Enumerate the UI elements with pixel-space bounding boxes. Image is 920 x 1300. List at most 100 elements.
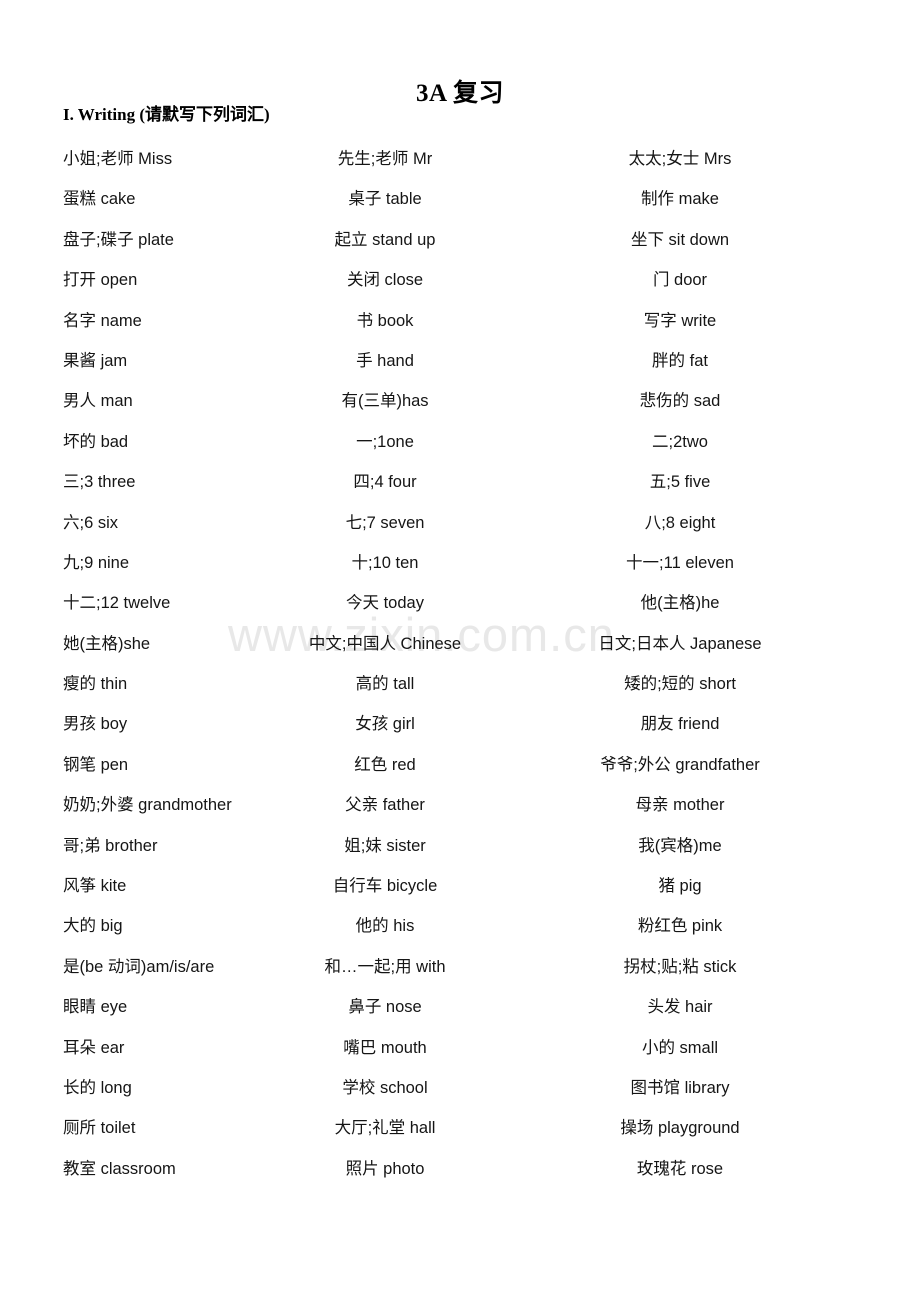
vocabulary-entry: 他(主格)he — [640, 594, 720, 613]
vocabulary-row: 钢笔 pen 红色 red 爷爷;外公 grandfather — [0, 752, 920, 792]
vocabulary-entry: 拐杖;贴;粘 stick — [623, 957, 737, 976]
vocabulary-entry: 桌子 table — [348, 190, 422, 209]
vocabulary-row: 蛋糕 cake 桌子 table 制作 make — [0, 186, 920, 226]
vocabulary-entry: 自行车 bicycle — [332, 877, 438, 896]
vocabulary-entry: 今天 today — [346, 594, 424, 613]
vocabulary-entry: 和…一起;用 with — [324, 957, 446, 976]
vocabulary-entry: 六;6 six — [63, 513, 119, 532]
vocabulary-entry: 是(be 动词)am/is/are — [63, 957, 215, 976]
vocabulary-entry: 耳朵 ear — [63, 1038, 125, 1057]
vocabulary-entry: 有(三单)has — [341, 392, 429, 411]
vocabulary-entry: 父亲 father — [345, 796, 425, 815]
vocabulary-entry: 朋友 friend — [640, 715, 720, 734]
vocabulary-entry: 十二;12 twelve — [63, 594, 171, 613]
vocabulary-row: 她(主格)she 中文;中国人 Chinese 日文;日本人 Japanese — [0, 631, 920, 671]
vocabulary-entry: 手 hand — [356, 351, 414, 370]
vocabulary-entry: 高的 tall — [355, 675, 415, 694]
vocabulary-entry: 太太;女士 Mrs — [628, 150, 732, 168]
vocabulary-entry: 五;5 five — [649, 473, 711, 492]
vocabulary-entry: 鼻子 nose — [348, 998, 422, 1017]
vocabulary-entry: 二;2two — [652, 432, 708, 451]
vocabulary-entry: 九;9 nine — [63, 553, 130, 572]
vocabulary-entry: 她(主格)she — [63, 634, 151, 653]
vocabulary-entry: 名字 name — [63, 311, 142, 330]
vocabulary-entry: 关闭 close — [346, 271, 424, 290]
vocabulary-row: 哥;弟 brother 姐;妹 sister 我(宾格)me — [0, 833, 920, 873]
vocabulary-row: 六;6 six 七;7 seven 八;8 eight — [0, 510, 920, 550]
vocabulary-entry: 女孩 girl — [355, 715, 415, 734]
vocabulary-entry: 起立 stand up — [334, 230, 436, 249]
document-page: www.zixin.com.cn 3A 复习 I. Writing (请默写下列… — [0, 0, 920, 1300]
vocabulary-entry: 盘子;碟子 plate — [63, 230, 174, 249]
vocabulary-entry: 大厅;礼堂 hall — [334, 1119, 436, 1138]
vocabulary-entry: 三;3 three — [63, 473, 136, 492]
vocabulary-entry: 小姐;老师 Miss — [63, 150, 173, 168]
vocabulary-entry: 粉红色 pink — [637, 917, 723, 936]
vocabulary-entry: 嘴巴 mouth — [343, 1038, 427, 1057]
vocabulary-row: 十二;12 twelve 今天 today 他(主格)he — [0, 590, 920, 630]
vocabulary-row: 男孩 boy 女孩 girl 朋友 friend — [0, 711, 920, 751]
vocabulary-entry: 先生;老师 Mr — [337, 150, 433, 168]
vocabulary-entry: 书 book — [356, 311, 414, 330]
vocabulary-row: 厕所 toilet 大厅;礼堂 hall 操场 playground — [0, 1115, 920, 1155]
vocabulary-entry: 奶奶;外婆 grandmother — [63, 796, 232, 815]
vocabulary-row: 九;9 nine 十;10 ten 十一;11 eleven — [0, 550, 920, 590]
vocabulary-row: 打开 open 关闭 close 门 door — [0, 267, 920, 307]
vocabulary-entry: 眼睛 eye — [63, 998, 128, 1017]
vocabulary-row: 眼睛 eye 鼻子 nose 头发 hair — [0, 994, 920, 1034]
vocabulary-entry: 图书馆 library — [630, 1078, 730, 1097]
vocabulary-entry: 蛋糕 cake — [63, 190, 136, 209]
vocabulary-entry: 中文;中国人 Chinese — [308, 634, 462, 653]
vocabulary-entry: 他的 his — [355, 917, 415, 936]
vocabulary-entry: 母亲 mother — [635, 796, 725, 815]
vocabulary-entry: 教室 classroom — [63, 1159, 176, 1178]
vocabulary-entry: 姐;妹 sister — [344, 836, 426, 855]
vocabulary-row: 坏的 bad 一;1one 二;2two — [0, 429, 920, 469]
vocabulary-entry: 大的 big — [63, 917, 123, 936]
vocabulary-entry: 我(宾格)me — [638, 836, 722, 855]
vocabulary-row: 盘子;碟子 plate 起立 stand up 坐下 sit down — [0, 227, 920, 267]
vocabulary-row: 名字 name 书 book 写字 write — [0, 308, 920, 348]
vocabulary-row: 奶奶;外婆 grandmother 父亲 father 母亲 mother — [0, 792, 920, 832]
vocabulary-row: 果酱 jam 手 hand 胖的 fat — [0, 348, 920, 388]
vocabulary-entry: 悲伤的 sad — [639, 392, 721, 411]
vocabulary-entry: 男人 man — [63, 392, 133, 411]
vocabulary-row: 耳朵 ear 嘴巴 mouth 小的 small — [0, 1035, 920, 1075]
vocabulary-entry: 胖的 fat — [652, 351, 708, 370]
vocabulary-entry: 哥;弟 brother — [63, 836, 158, 855]
vocabulary-row: 男人 man 有(三单)has 悲伤的 sad — [0, 388, 920, 428]
vocabulary-entry: 厕所 toilet — [63, 1119, 136, 1138]
vocabulary-entry: 门 door — [652, 271, 708, 290]
vocabulary-entry: 七;7 seven — [345, 513, 425, 532]
vocabulary-entry: 爷爷;外公 grandfather — [600, 755, 760, 774]
vocabulary-entry: 男孩 boy — [63, 715, 128, 734]
vocabulary-row: 小姐;老师 Miss 先生;老师 Mr 太太;女士 Mrs — [0, 146, 920, 186]
vocabulary-entry: 操场 playground — [620, 1119, 740, 1138]
vocabulary-row: 大的 big 他的 his 粉红色 pink — [0, 913, 920, 953]
vocabulary-entry: 写字 write — [643, 311, 717, 330]
vocabulary-entry: 小的 small — [641, 1038, 719, 1057]
vocabulary-row: 长的 long 学校 school 图书馆 library — [0, 1075, 920, 1115]
vocabulary-entry: 头发 hair — [647, 998, 713, 1017]
vocabulary-entry: 钢笔 pen — [63, 755, 129, 774]
vocabulary-entry: 十一;11 eleven — [626, 553, 734, 572]
vocabulary-row: 三;3 three 四;4 four 五;5 five — [0, 469, 920, 509]
vocabulary-entry: 照片 photo — [345, 1159, 425, 1178]
vocabulary-entry: 长的 long — [63, 1078, 132, 1097]
vocabulary-entry: 风筝 kite — [63, 877, 127, 896]
vocabulary-entry: 瘦的 thin — [63, 675, 128, 694]
vocabulary-entry: 坏的 bad — [63, 432, 129, 451]
vocabulary-entry: 学校 school — [342, 1078, 428, 1097]
vocabulary-entry: 玫瑰花 rose — [636, 1159, 724, 1178]
vocabulary-entry: 四;4 four — [353, 473, 417, 492]
vocabulary-entry: 十;10 ten — [351, 553, 419, 572]
vocabulary-entry: 果酱 jam — [63, 351, 128, 370]
vocabulary-entry: 一;1one — [356, 432, 414, 451]
vocabulary-entry: 日文;日本人 Japanese — [598, 634, 762, 653]
vocabulary-list: 小姐;老师 Miss 先生;老师 Mr 太太;女士 Mrs 蛋糕 cake 桌子 tab… — [0, 146, 920, 1196]
vocabulary-entry: 打开 open — [63, 271, 138, 290]
vocabulary-entry: 制作 make — [641, 190, 719, 209]
vocabulary-row: 教室 classroom 照片 photo 玫瑰花 rose — [0, 1156, 920, 1196]
vocabulary-entry: 猪 pig — [658, 877, 702, 896]
vocabulary-row: 是(be 动词)am/is/are 和…一起;用 with 拐杖;贴;粘 stick — [0, 954, 920, 994]
